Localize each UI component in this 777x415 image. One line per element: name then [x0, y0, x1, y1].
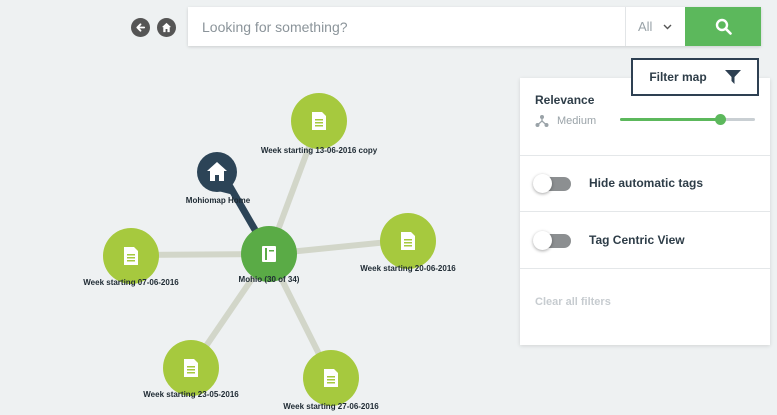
document-node-label: Week starting 20-06-2016: [360, 264, 456, 273]
document-icon: [184, 359, 198, 377]
relevance-level: Medium: [535, 114, 596, 128]
search-button[interactable]: [685, 7, 761, 46]
hide-tags-toggle[interactable]: [533, 174, 571, 193]
document-node[interactable]: [291, 93, 347, 149]
scope-select[interactable]: All: [625, 7, 685, 46]
document-node[interactable]: [303, 350, 359, 406]
document-node[interactable]: [103, 228, 159, 284]
book-icon: [262, 246, 276, 262]
tag-centric-label: Tag Centric View: [589, 233, 685, 247]
document-node-label: Week starting 07-06-2016: [83, 278, 179, 287]
document-node-label: Week starting 13-06-2016 copy: [260, 146, 378, 155]
document-icon: [124, 247, 138, 265]
document-node[interactable]: [163, 340, 219, 396]
map-edges: [130, 118, 409, 380]
tag-centric-section: Tag Centric View: [520, 212, 770, 269]
tag-centric-toggle-knob: [533, 231, 552, 250]
chevron-down-icon: [663, 24, 672, 29]
home-node[interactable]: [196, 151, 240, 199]
search-icon: [715, 18, 732, 35]
tag-centric-toggle[interactable]: [533, 231, 571, 250]
relevance-slider[interactable]: [620, 114, 755, 125]
filter-map-label: Filter map: [649, 70, 707, 84]
clear-filters-link[interactable]: Clear all filters: [535, 296, 611, 308]
hide-tags-section: Hide automatic tags: [520, 156, 770, 212]
scope-value: All: [638, 19, 653, 34]
relevance-slider-handle[interactable]: [714, 114, 726, 125]
relevance-title: Relevance: [535, 93, 595, 107]
document-icon: [401, 232, 415, 250]
hide-tags-label: Hide automatic tags: [589, 176, 704, 190]
center-node[interactable]: [241, 226, 297, 282]
document-icon: [324, 369, 338, 387]
center-node-label: Mohio (30 of 34): [238, 275, 300, 284]
funnel-icon: [724, 70, 741, 84]
home-node-label: Mohiomap Home: [185, 196, 251, 205]
filter-panel: Relevance Medium Hide automatic tags Tag…: [520, 78, 770, 345]
document-node[interactable]: [380, 213, 436, 269]
filter-map-button[interactable]: Filter map: [631, 58, 759, 96]
network-icon: [535, 115, 549, 127]
document-node-label: Week starting 23-05-2016: [143, 390, 239, 399]
document-node-label: Week starting 27-06-2016: [283, 402, 379, 411]
hide-tags-toggle-knob: [533, 174, 552, 193]
document-icon: [312, 112, 326, 130]
relevance-level-text: Medium: [557, 115, 597, 127]
relevance-slider-fill: [620, 118, 720, 121]
